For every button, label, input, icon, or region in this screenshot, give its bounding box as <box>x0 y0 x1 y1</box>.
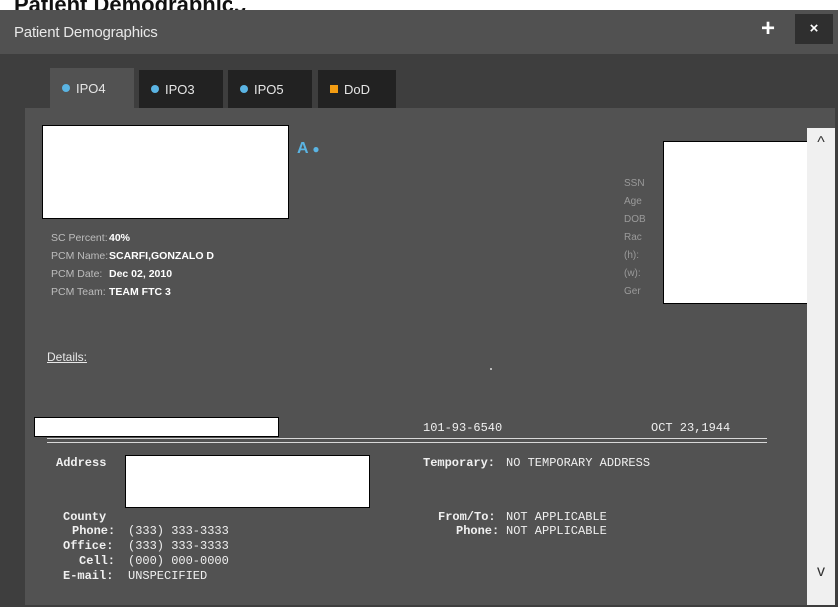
sc-percent-value: 40% <box>109 232 131 244</box>
phone-label: Phone: <box>72 524 116 538</box>
ssn-label: SSN <box>624 178 645 189</box>
pcm-name-value: SCARFI,GONZALO D <box>109 250 214 262</box>
redaction-patient-name <box>42 125 289 219</box>
cell-label: Cell: <box>79 554 116 568</box>
vertical-scrollbar[interactable]: ^ v <box>807 128 835 605</box>
title-bar: Patient Demographics + × <box>0 10 838 54</box>
redaction-address <box>125 455 370 508</box>
patient-status-dot-icon: ● <box>312 142 320 156</box>
county-label: County <box>63 510 107 524</box>
pcm-team-label: PCM Team: <box>51 286 106 298</box>
tab-ipo3[interactable]: IPO3 <box>139 70 223 108</box>
redaction-patient-line <box>34 417 279 437</box>
temporary-label: Temporary: <box>423 456 496 470</box>
ssn-value: 101-93-6540 <box>423 421 503 435</box>
office-value: (333) 333-3333 <box>128 539 229 553</box>
tab-label: DoD <box>344 81 371 97</box>
tab-label: IPO4 <box>76 80 106 96</box>
work-phone-label: (w): <box>624 268 641 279</box>
pcm-team-value: TEAM FTC 3 <box>109 286 171 298</box>
pcm-name-label: PCM Name: <box>51 250 109 262</box>
tab-dod[interactable]: DoD <box>318 70 396 108</box>
temporary-value: NO TEMPORARY ADDRESS <box>506 456 651 470</box>
site-status-dot-icon <box>62 84 70 92</box>
race-label: Rac <box>624 232 642 243</box>
phone-value: (333) 333-3333 <box>128 524 229 538</box>
scroll-up-icon[interactable]: ^ <box>807 128 835 156</box>
tab-label: IPO5 <box>254 81 284 97</box>
separator-line-bottom <box>47 442 767 443</box>
site-status-dot-icon <box>151 85 159 93</box>
patient-name-tail: A <box>297 140 308 157</box>
tab-ipo4[interactable]: IPO4 <box>50 68 134 108</box>
pcm-date-label: PCM Date: <box>51 268 103 280</box>
fromto-value: NOT APPLICABLE <box>506 510 607 524</box>
email-label: E-mail: <box>63 569 114 583</box>
fromto-label: From/To: <box>438 510 496 524</box>
email-value: UNSPECIFIED <box>128 569 208 583</box>
site-status-square-icon <box>330 85 338 93</box>
sc-percent-label: SC Percent: <box>51 232 108 244</box>
office-label: Office: <box>63 539 114 553</box>
site-status-dot-icon <box>240 85 248 93</box>
separator-line-top <box>47 438 767 439</box>
age-label: Age <box>624 196 642 207</box>
temp-phone-label: Phone: <box>456 524 500 538</box>
dob-value: OCT 23,1944 <box>651 421 731 435</box>
address-label: Address <box>56 456 107 470</box>
pcm-date-value: Dec 02, 2010 <box>109 268 173 280</box>
heading-redaction <box>232 0 382 8</box>
add-icon[interactable]: + <box>751 14 785 44</box>
scroll-down-icon[interactable]: v <box>807 558 835 586</box>
patient-demographics-window: Patient Demographics + × IPO4 IPO3 IPO5 … <box>0 10 838 607</box>
window-title: Patient Demographics <box>14 24 158 41</box>
tab-ipo5[interactable]: IPO5 <box>228 70 312 108</box>
patient-name: A ● <box>297 140 320 158</box>
details-heading: Details: <box>47 350 88 364</box>
gender-label: Ger <box>624 286 641 297</box>
cursor-speck <box>490 368 492 370</box>
close-icon[interactable]: × <box>795 14 833 44</box>
cell-value: (000) 000-0000 <box>128 554 229 568</box>
tab-label: IPO3 <box>165 81 195 97</box>
temp-phone-value: NOT APPLICABLE <box>506 524 607 538</box>
dob-label: DOB <box>624 214 646 225</box>
demographics-panel: A ● SC Percent: 40% PCM Name: SCARFI,GON… <box>25 108 835 605</box>
home-phone-label: (h): <box>624 250 639 261</box>
